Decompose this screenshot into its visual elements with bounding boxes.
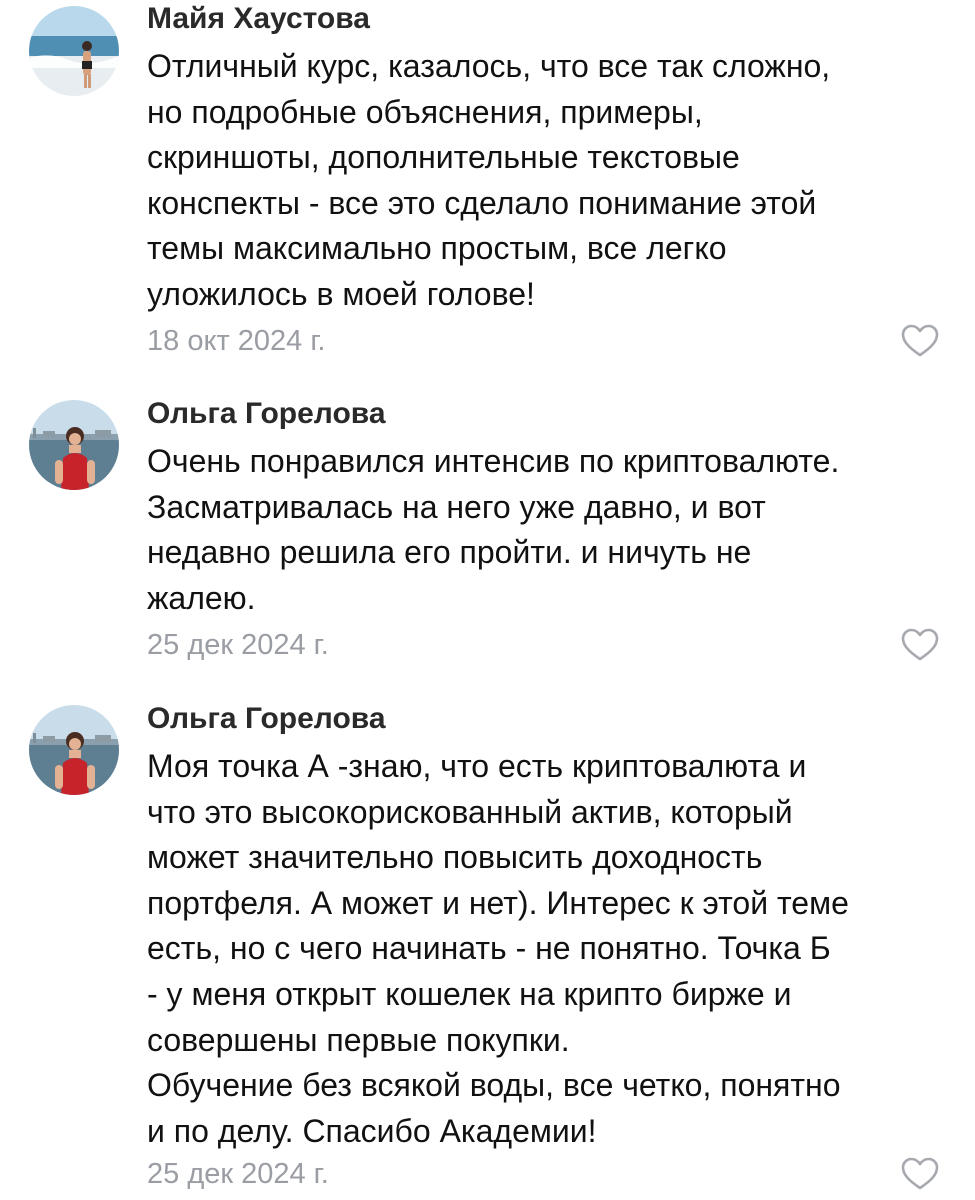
avatar[interactable] (29, 6, 119, 96)
comment-date: 18 окт 2024 г. (147, 325, 326, 357)
comment-line: - у меня открыт кошелек на крипто бирже … (147, 975, 792, 1012)
comment-line: конспекты - все это сделало понимание эт… (147, 184, 817, 221)
like-button[interactable] (900, 1156, 940, 1192)
heart-outline-icon (901, 324, 939, 357)
heart-outline-icon (901, 628, 939, 661)
city-photo-avatar-icon (29, 400, 119, 490)
comment-line: Обучение без всякой воды, все четко, пон… (147, 1067, 841, 1104)
beach-photo-avatar-icon (29, 6, 119, 96)
avatar[interactable] (29, 400, 119, 490)
avatar[interactable] (29, 705, 119, 795)
comment-line: Очень понравился интенсив по криптовалют… (147, 443, 840, 479)
comment-date: 25 дек 2024 г. (147, 629, 329, 661)
comment-line: жалею. (147, 579, 256, 616)
comment-text: Отличный курс, казалось, что все так сло… (147, 44, 947, 318)
author-name[interactable]: Майя Хаустова (147, 1, 370, 37)
comment-line: портфеля. А может и нет). Интерес к этой… (147, 884, 849, 921)
comment-text: Моя точка А -знаю, что есть криптовалюта… (147, 744, 947, 1154)
comment-line: Отличный курс, казалось, что все так сло… (147, 48, 831, 84)
comment-text: Очень понравился интенсив по криптовалют… (147, 439, 947, 621)
comment-line: Засматривалась на него уже давно, и вот (147, 488, 766, 525)
comment-line: уложилось в моей голове! (147, 275, 535, 312)
comment-line: может значительно повысить доходность (147, 839, 763, 876)
comment-line: но подробные объяснения, примеры, (147, 93, 703, 130)
author-name[interactable]: Ольга Горелова (147, 701, 386, 737)
comment-line: совершены первые покупки. (147, 1021, 570, 1058)
comment-date: 25 дек 2024 г. (147, 1158, 329, 1190)
comment-line: Моя точка А -знаю, что есть криптовалюта… (147, 748, 807, 784)
city-photo-avatar-icon (29, 705, 119, 795)
like-button[interactable] (900, 323, 940, 359)
like-button[interactable] (900, 627, 940, 663)
comment-line: скриншоты, дополнительные текстовые (147, 139, 740, 176)
comment-line: есть, но с чего начинать - не понятно. Т… (147, 930, 831, 967)
comment-line: что это высокорискованный актив, который (147, 793, 793, 830)
comment-line: темы максимально простым, все легко (147, 230, 727, 267)
comment-line: недавно решила его пройти. и ничуть не (147, 534, 752, 571)
comment-line: и по делу. Спасибо Академии! (147, 1112, 597, 1149)
author-name[interactable]: Ольга Горелова (147, 396, 386, 432)
heart-outline-icon (901, 1157, 939, 1190)
